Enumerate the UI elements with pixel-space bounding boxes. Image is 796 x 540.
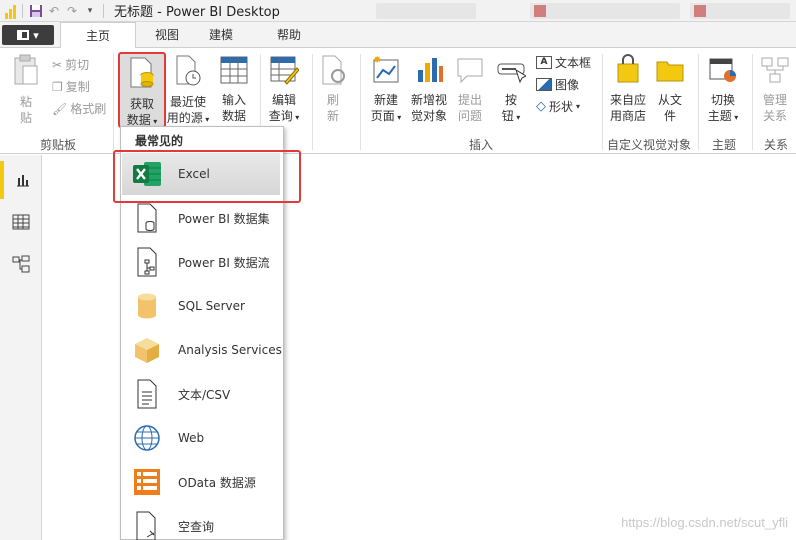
dropdown-item-text-csv[interactable]: 文本/CSV: [122, 373, 282, 415]
dropdown-item-power-bi-dataflow[interactable]: Power BI 数据流: [122, 241, 282, 283]
dropdown-item-power-bi-dataset[interactable]: Power BI 数据集: [122, 197, 282, 239]
customize-quick-access-icon[interactable]: ▾: [81, 2, 99, 20]
tab-help[interactable]: 帮助: [266, 22, 312, 48]
group-label-insert: 插入: [468, 138, 493, 152]
dropdown-arrow-icon: ▾: [576, 102, 581, 111]
paintbrush-icon: 🖌: [52, 101, 68, 116]
blank-query-icon: [132, 511, 162, 540]
title-bar: ↶ ↷ ▾ 无标题 - Power BI Desktop: [0, 0, 796, 22]
background-tab: [376, 3, 476, 19]
dropdown-item-blank-query[interactable]: 空查询: [122, 505, 282, 540]
edit-queries-button[interactable]: 编辑 查询 ▾: [264, 54, 304, 126]
redo-icon[interactable]: ↷: [63, 2, 81, 20]
recent-sources-icon: [166, 54, 210, 92]
copy-icon: ❐: [52, 79, 63, 94]
dropdown-arrow-icon: ▾: [731, 113, 739, 122]
new-page-icon: ✸: [366, 54, 406, 90]
background-tab: [530, 3, 680, 19]
text-box-icon: A: [536, 56, 552, 69]
dropdown-arrow-icon: ▾: [513, 113, 521, 122]
dataflow-icon: [132, 247, 162, 277]
image-icon: [536, 78, 552, 91]
file-menu-button[interactable]: ▾: [2, 25, 54, 45]
ribbon-tab-bar: ▾ 主页 视图 建模 帮助: [0, 22, 796, 49]
copy-button[interactable]: ❐ 复制: [52, 78, 90, 95]
speech-bubble-icon: [452, 54, 488, 90]
format-painter-button[interactable]: 🖌 格式刷: [52, 100, 106, 117]
tab-home[interactable]: 主页: [60, 22, 136, 49]
annotation-highlight-excel: [113, 150, 301, 203]
dropdown-item-web[interactable]: Web: [122, 417, 282, 459]
data-view-button[interactable]: [0, 203, 42, 241]
relationships-icon: [756, 54, 794, 90]
buttons-button[interactable]: 按 钮 ▾: [494, 54, 528, 126]
dropdown-arrow-icon: ▾: [33, 28, 39, 42]
dropdown-item-sql-server[interactable]: SQL Server: [122, 285, 282, 327]
theme-icon: [704, 54, 742, 90]
new-visual-button[interactable]: 新增视 觉对象: [408, 54, 450, 124]
save-icon[interactable]: [27, 2, 45, 20]
database-icon: [132, 291, 162, 321]
dropdown-arrow-icon: ▾: [202, 115, 210, 124]
model-view-button[interactable]: [0, 245, 42, 283]
watermark: https://blog.csdn.net/scut_yfli: [621, 515, 788, 530]
dropdown-header: 最常见的: [135, 134, 184, 148]
undo-icon[interactable]: ↶: [45, 2, 63, 20]
from-file-button[interactable]: 从文 件: [652, 54, 688, 124]
dropdown-arrow-icon: ▾: [394, 113, 402, 122]
group-label-themes: 主题: [711, 138, 736, 152]
bar-chart-icon: [408, 54, 450, 90]
group-label-relationships: 关系: [763, 138, 788, 152]
annotation-highlight-get-data: [118, 52, 166, 128]
image-button[interactable]: 图像: [536, 76, 579, 93]
button-icon: [494, 54, 528, 90]
scissors-icon: ✂: [52, 57, 63, 72]
dropdown-item-analysis-services[interactable]: Analysis Services: [122, 329, 282, 371]
cube-icon: [132, 335, 162, 365]
report-view-button[interactable]: [0, 161, 42, 199]
background-tab: [690, 3, 790, 19]
switch-theme-button[interactable]: 切换 主题 ▾: [704, 54, 742, 126]
group-label-custom-visuals: 自定义视觉对象: [606, 138, 691, 152]
globe-icon: [132, 423, 162, 453]
ask-question-button[interactable]: 提出 问题: [452, 54, 488, 124]
paste-icon: [10, 54, 42, 92]
group-label-clipboard: 剪贴板: [39, 138, 76, 152]
shapes-button[interactable]: ◇ 形状 ▾: [536, 98, 580, 115]
dropdown-item-odata[interactable]: OData 数据源: [122, 461, 282, 503]
left-view-nav: [0, 155, 42, 540]
file-icon: [17, 30, 30, 40]
report-view-icon: [17, 175, 29, 187]
cut-button[interactable]: ✂ 剪切: [52, 56, 89, 73]
tab-view[interactable]: 视图: [144, 22, 190, 48]
shapes-icon: ◇: [536, 99, 546, 114]
tab-modeling[interactable]: 建模: [198, 22, 244, 48]
text-box-button[interactable]: A 文本框: [536, 54, 591, 71]
store-icon: [606, 54, 650, 90]
data-view-icon: [12, 214, 30, 230]
power-bi-logo-icon: [2, 3, 18, 19]
from-store-button[interactable]: 来自应 用商店: [606, 54, 650, 124]
recent-sources-button[interactable]: 最近使 用的源 ▾: [166, 54, 210, 128]
enter-data-button[interactable]: 输入 数据: [214, 54, 254, 124]
dataset-icon: [132, 203, 162, 233]
model-view-icon: [12, 255, 30, 273]
text-file-icon: [132, 379, 162, 409]
refresh-button[interactable]: 刷 新: [318, 54, 348, 124]
manage-relationships-button[interactable]: 管理 关系: [756, 54, 794, 124]
window-title: 无标题 - Power BI Desktop: [114, 5, 280, 20]
edit-queries-icon: [264, 54, 304, 90]
dropdown-arrow-icon: ▾: [292, 113, 300, 122]
svg-text:✸: ✸: [373, 55, 381, 66]
table-icon: [214, 54, 254, 90]
folder-icon: [652, 54, 688, 90]
new-page-button[interactable]: ✸ 新建 页面 ▾: [366, 54, 406, 126]
refresh-icon: [318, 54, 348, 90]
odata-icon: [132, 467, 162, 497]
paste-button[interactable]: 粘 贴: [10, 54, 42, 126]
